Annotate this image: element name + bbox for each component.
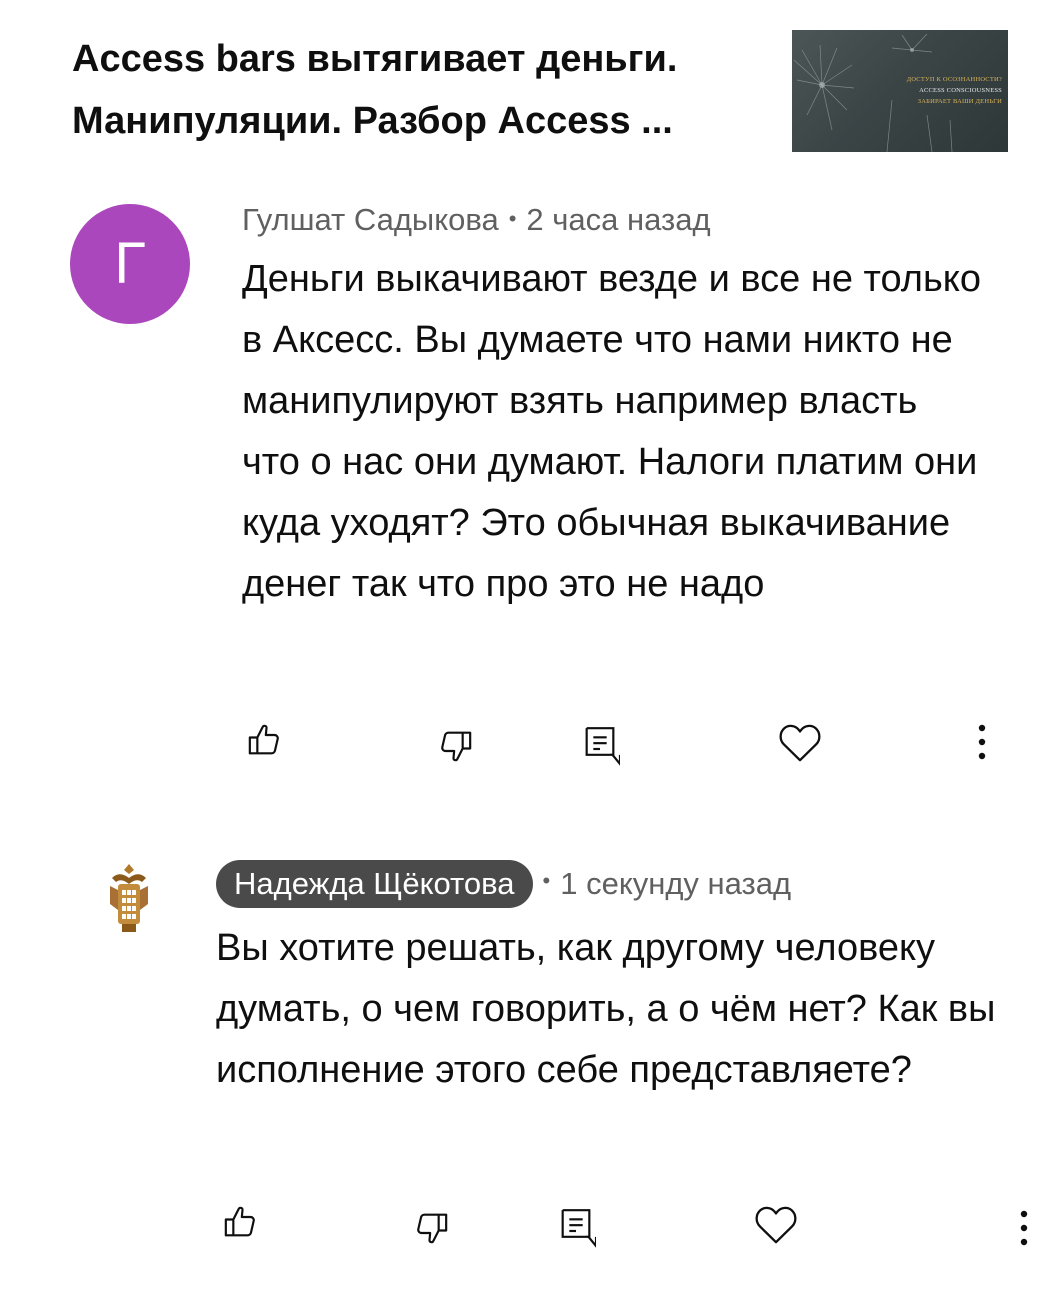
video-thumbnail[interactable]: ДОСТУП К ОСОЗНАННОСТИ? ACCESS CONSCIOUSN… xyxy=(792,30,1008,152)
avatar[interactable]: Г xyxy=(70,204,190,324)
thumb-down-icon xyxy=(417,1213,448,1244)
comment-time: 2 часа назад xyxy=(526,202,711,237)
more-options-button[interactable] xyxy=(958,718,1006,766)
comment-author[interactable]: Гулшат Садыкова xyxy=(242,202,499,237)
comment-text: Деньги выкачивают везде и все не только … xyxy=(242,258,981,605)
heart-button[interactable] xyxy=(776,718,824,766)
video-title[interactable]: Access bars вытягивает деньги. Манипуляц… xyxy=(72,28,762,152)
thumbnail-caption: ДОСТУП К ОСОЗНАННОСТИ? ACCESS CONSCIOUSN… xyxy=(852,74,1002,107)
heart-icon xyxy=(779,724,821,762)
heart-icon xyxy=(755,1206,797,1244)
comment-time: 1 секунду назад xyxy=(560,866,792,901)
reply-button[interactable] xyxy=(576,720,624,768)
reply-icon xyxy=(561,1209,596,1248)
reply-button[interactable] xyxy=(552,1202,600,1250)
comment-meta: Гулшат Садыкова • 2 часа назад xyxy=(242,202,711,238)
comment-author[interactable]: Надежда Щёкотова xyxy=(216,860,533,908)
emblem-avatar-icon xyxy=(110,864,148,932)
thumb-up-icon xyxy=(224,1206,255,1237)
avatar[interactable] xyxy=(104,860,154,936)
thumb-down-icon xyxy=(441,731,472,762)
like-button[interactable] xyxy=(240,716,288,764)
more-vertical-icon xyxy=(1020,1210,1028,1246)
reply-icon xyxy=(585,727,620,766)
comment-meta: Надежда Щёкотова • 1 секунду назад xyxy=(216,860,791,908)
thumb-up-icon xyxy=(248,724,279,755)
thumbnail-line-3: ЗАБИРАЕТ ВАШИ ДЕНЬГИ xyxy=(917,98,1002,105)
more-vertical-icon xyxy=(978,724,986,760)
more-options-button[interactable] xyxy=(1000,1204,1048,1252)
dislike-button[interactable] xyxy=(408,1204,456,1252)
dislike-button[interactable] xyxy=(432,722,480,770)
like-button[interactable] xyxy=(216,1198,264,1246)
comment-thread-page: Access bars вытягивает деньги. Манипуляц… xyxy=(0,0,1064,1300)
meta-separator: • xyxy=(508,206,517,231)
meta-separator: • xyxy=(542,868,551,894)
thumbnail-line-2: ACCESS CONSCIOUSNESS xyxy=(919,87,1002,94)
thumbnail-line-1: ДОСТУП К ОСОЗНАННОСТИ? xyxy=(906,76,1002,83)
heart-button[interactable] xyxy=(752,1200,800,1248)
comment-text: Вы хотите решать, как другому человеку д… xyxy=(216,927,996,1091)
